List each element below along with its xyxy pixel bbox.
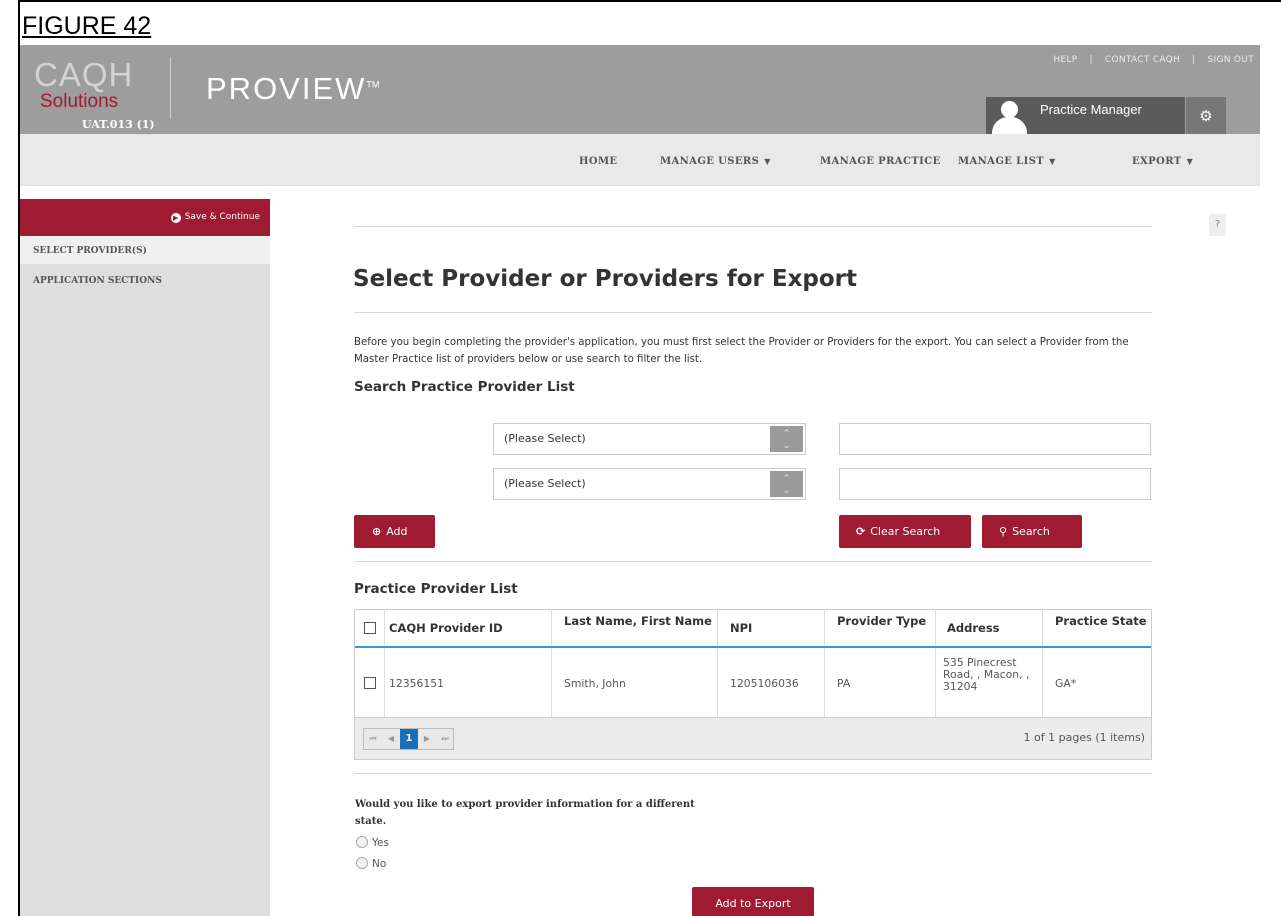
- radio-yes[interactable]: Yes: [356, 836, 389, 849]
- nav-manage-users[interactable]: MANAGE USERS ▼: [660, 156, 771, 167]
- nav-home[interactable]: HOME: [579, 156, 617, 167]
- link-separator: |: [1089, 55, 1093, 65]
- divider: [354, 773, 1152, 774]
- pager-info: 1 of 1 pages (1 items): [1023, 731, 1145, 744]
- header-cell-practice-state[interactable]: Practice State: [1043, 610, 1151, 646]
- chevron-up-down-icon: ⌃ ⌄: [770, 471, 803, 497]
- top-header: CAQH Solutions UAT.013 (1) PROVIEWTM HEL…: [20, 45, 1260, 135]
- intro-text: Before you begin completing the provider…: [354, 337, 1129, 365]
- prev-page-icon[interactable]: ◀: [382, 729, 400, 749]
- provider-table: CAQH Provider ID Last Name, First Name N…: [354, 609, 1152, 760]
- list-section-title: Practice Provider List: [354, 581, 518, 597]
- user-avatar-icon: [989, 100, 1029, 135]
- clear-search-button[interactable]: ⟳ Clear Search: [839, 515, 971, 548]
- plus-circle-icon: ⊕: [372, 525, 382, 538]
- table-pager: ⏮ ◀ 1 ▶ ⏭ 1 of 1 pages (1 items): [355, 718, 1151, 759]
- row-select-cell: [355, 648, 385, 717]
- refresh-icon: ⟳: [856, 525, 866, 538]
- search-value-input-1[interactable]: [839, 423, 1151, 455]
- sidebar: ▶ Save & Continue SELECT PROVIDER(S) APPL…: [20, 199, 270, 916]
- cell-name: Smith, John: [552, 648, 718, 717]
- page-number[interactable]: 1: [400, 729, 418, 749]
- header-cell-address[interactable]: Address: [936, 610, 1043, 646]
- sidebar-item-application-sections[interactable]: APPLICATION SECTIONS: [33, 276, 162, 286]
- sidebar-item-select-providers[interactable]: SELECT PROVIDER(S): [20, 236, 270, 264]
- product-name: PROVIEWTM: [206, 73, 379, 104]
- main-nav: HOME MANAGE USERS ▼ MANAGE PRACTICE MANAG…: [20, 134, 1260, 186]
- nav-manage-users-label: MANAGE USERS: [660, 156, 760, 167]
- divider: [354, 226, 1152, 227]
- trademark-mark: TM: [366, 79, 380, 90]
- nav-manage-list-label: MANAGE LIST: [958, 156, 1045, 167]
- search-button[interactable]: ⚲ Search: [982, 515, 1082, 548]
- chevron-down-icon: ▼: [764, 156, 771, 166]
- add-button[interactable]: ⊕ Add: [354, 515, 435, 548]
- user-menu[interactable]: Practice Manager: [986, 97, 1185, 135]
- nav-export-label: EXPORT: [1132, 156, 1182, 167]
- header-cell-npi[interactable]: NPI: [718, 610, 825, 646]
- divider: [354, 312, 1152, 313]
- contact-caqh-link[interactable]: CONTACT CAQH: [1105, 55, 1180, 65]
- divider: [354, 561, 1152, 562]
- help-link[interactable]: HELP: [1053, 55, 1077, 65]
- radio-no-control[interactable]: [356, 857, 368, 869]
- table-row[interactable]: 12356151 Smith, John 1205106036 PA 535 P…: [355, 648, 1151, 718]
- header-cell-name[interactable]: Last Name, First Name: [552, 610, 718, 646]
- arrow-right-icon: ▶: [170, 213, 181, 223]
- cell-npi: 1205106036: [718, 648, 825, 717]
- add-to-export-button[interactable]: Add to Export: [692, 887, 814, 916]
- header-cell-select-all: [355, 610, 385, 646]
- row-checkbox[interactable]: [364, 677, 376, 689]
- cell-address: 535 Pinecrest Road, , Macon, , 31204: [936, 648, 1043, 717]
- gear-icon[interactable]: ⚙: [1186, 97, 1226, 135]
- cell-provider-type: PA: [825, 648, 936, 717]
- environment-label: UAT.013 (1): [82, 118, 155, 131]
- nav-manage-practice[interactable]: MANAGE PRACTICE: [820, 156, 941, 167]
- pager-controls: ⏮ ◀ 1 ▶ ⏭: [363, 728, 454, 750]
- figure-label: FIGURE 42: [22, 12, 152, 40]
- search-icon: ⚲: [999, 525, 1008, 538]
- chevron-up-down-icon: ⌃ ⌄: [770, 426, 803, 452]
- radio-yes-label: Yes: [372, 837, 389, 849]
- cell-practice-state: GA*: [1055, 677, 1077, 690]
- next-page-icon[interactable]: ▶: [418, 729, 436, 749]
- add-button-label: Add: [386, 525, 408, 538]
- cell-caqh-id: 12356151: [385, 648, 552, 717]
- save-continue-button[interactable]: ▶ Save & Continue: [20, 199, 270, 236]
- logo-divider: [170, 57, 171, 119]
- sign-out-link[interactable]: SIGN OUT: [1207, 55, 1254, 65]
- search-value-input-2[interactable]: [839, 468, 1151, 500]
- search-field-select-1[interactable]: (Please Select) ⌃ ⌄: [493, 423, 806, 455]
- header-cell-provider-type[interactable]: Provider Type: [825, 610, 936, 646]
- nav-manage-list[interactable]: MANAGE LIST ▼: [958, 156, 1056, 167]
- chevron-down-icon: ▼: [1049, 156, 1056, 166]
- first-page-icon[interactable]: ⏮: [364, 729, 382, 749]
- logo-solutions: Solutions: [40, 91, 119, 112]
- product-name-text: PROVIEW: [206, 71, 367, 106]
- chevron-down-icon: ▼: [1186, 156, 1194, 166]
- save-continue-label: Save & Continue: [184, 212, 260, 222]
- search-field-select-2[interactable]: (Please Select) ⌃ ⌄: [493, 468, 806, 500]
- link-separator: |: [1192, 55, 1196, 65]
- select-1-value: (Please Select): [504, 432, 586, 445]
- search-button-label: Search: [1012, 525, 1050, 538]
- page-title: Select Provider or Providers for Export: [353, 266, 858, 292]
- last-page-icon[interactable]: ⏭: [436, 729, 454, 749]
- logo-caqh: CAQH: [34, 56, 134, 93]
- table-header-row: CAQH Provider ID Last Name, First Name N…: [355, 610, 1151, 648]
- help-icon[interactable]: ?: [1209, 214, 1226, 236]
- radio-no-label: No: [372, 858, 387, 870]
- radio-no[interactable]: No: [356, 857, 386, 870]
- header-cell-caqh-id[interactable]: CAQH Provider ID: [385, 610, 552, 646]
- radio-yes-control[interactable]: [356, 836, 368, 848]
- select-all-checkbox[interactable]: [364, 622, 376, 634]
- top-links: HELP | CONTACT CAQH | SIGN OUT: [1053, 55, 1254, 65]
- nav-export[interactable]: EXPORT ▼: [1132, 156, 1193, 167]
- user-role: Practice Manager: [1040, 102, 1142, 117]
- export-state-question: Would you like to export provider inform…: [355, 799, 695, 827]
- select-2-value: (Please Select): [504, 477, 586, 490]
- clear-search-label: Clear Search: [870, 525, 941, 538]
- search-section-title: Search Practice Provider List: [354, 379, 575, 395]
